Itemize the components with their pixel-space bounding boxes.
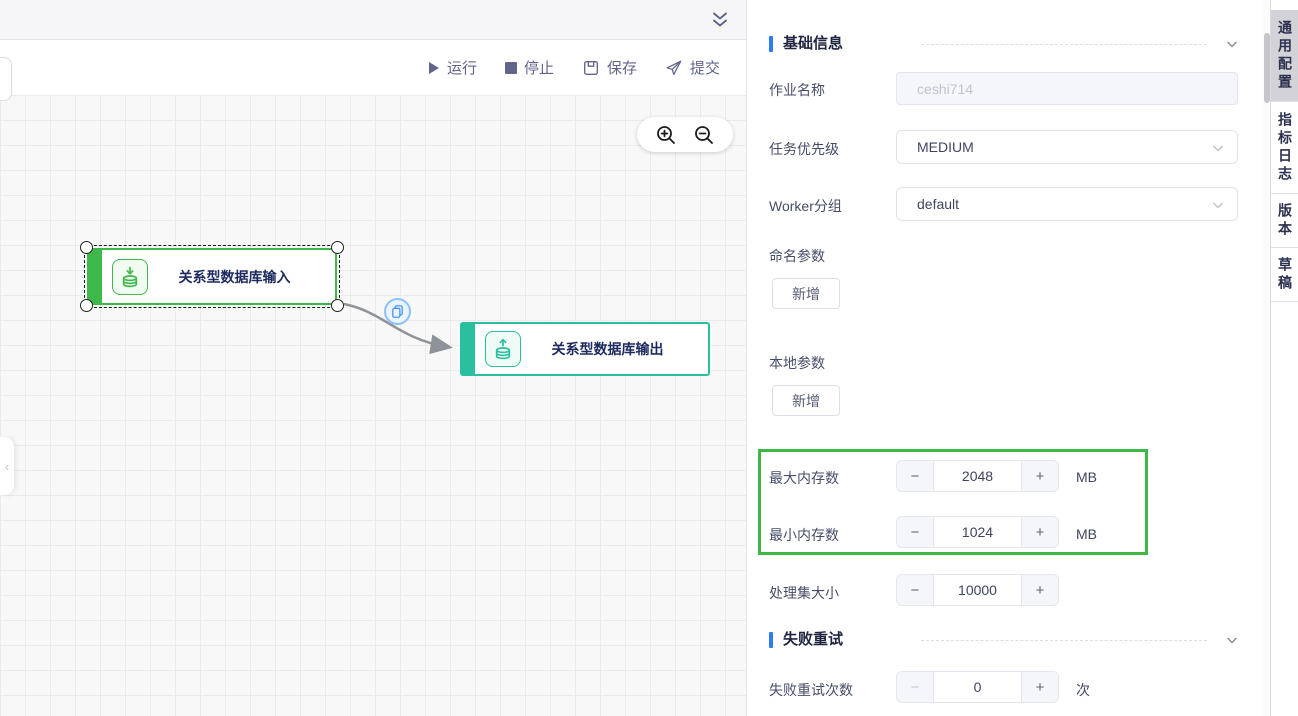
local-params-add-button[interactable]: 新增	[772, 385, 840, 416]
section-divider	[921, 44, 1207, 45]
save-button[interactable]: 保存	[582, 57, 637, 78]
node-accent-bar	[89, 250, 102, 303]
top-collapse-bar	[0, 0, 746, 40]
save-icon	[582, 59, 600, 77]
dag-canvas[interactable]: 关系型数据库输入 关系型数据库输出 ‹	[0, 95, 746, 716]
zoom-out-icon[interactable]	[693, 124, 715, 146]
plus-button[interactable]: +	[1021, 517, 1058, 547]
sidebar-collapse-handle[interactable]: ‹	[0, 437, 14, 495]
minus-button[interactable]: −	[897, 575, 934, 605]
max-memory-label: 最大内存数	[769, 470, 839, 486]
section-basic-info: 基础信息	[747, 34, 1265, 54]
double-chevron-down-icon[interactable]	[710, 10, 730, 30]
selection-handle[interactable]	[331, 299, 344, 312]
local-params-label: 本地参数	[769, 355, 825, 371]
paper-plane-icon	[665, 59, 683, 77]
priority-select[interactable]: MEDIUM	[896, 130, 1238, 164]
max-memory-unit: MB	[1076, 469, 1097, 485]
worker-group-select[interactable]: default	[896, 187, 1238, 221]
submit-button[interactable]: 提交	[665, 57, 720, 78]
play-icon	[427, 61, 440, 75]
stop-button[interactable]: 停止	[504, 57, 554, 78]
node-label: 关系型数据库输出	[551, 341, 664, 357]
named-params-add-button[interactable]: 新增	[772, 278, 840, 309]
min-memory-label: 最小内存数	[769, 527, 839, 543]
config-panel: 基础信息 作业名称 任务优先级 MEDIUM Worker分组 default …	[746, 0, 1264, 716]
plus-button[interactable]: +	[1021, 575, 1058, 605]
selection-handle[interactable]	[80, 241, 93, 254]
node-accent-bar	[462, 324, 475, 374]
chevron-down-icon	[1211, 141, 1225, 155]
section-accent-bar	[769, 632, 773, 648]
chevron-down-icon	[1211, 198, 1225, 212]
scrollbar-thumb[interactable]	[1263, 33, 1270, 103]
retry-count-input[interactable]	[934, 672, 1021, 702]
worker-group-value: default	[917, 196, 960, 212]
panel-scrollbar[interactable]	[1263, 0, 1270, 716]
plus-button[interactable]: +	[1021, 461, 1058, 491]
tab-metric-log[interactable]: 指标日志	[1271, 102, 1298, 194]
edge-connector	[343, 302, 453, 355]
minus-button[interactable]: −	[897, 461, 934, 491]
save-label: 保存	[606, 60, 637, 77]
node-db-input[interactable]: 关系型数据库输入	[80, 241, 344, 312]
batch-size-stepper: − +	[896, 574, 1059, 606]
canvas-zoom-controls	[637, 117, 733, 152]
batch-size-input[interactable]	[934, 575, 1021, 605]
max-memory-input[interactable]	[934, 461, 1021, 491]
selection-handle[interactable]	[80, 299, 93, 312]
job-name-input[interactable]	[896, 72, 1238, 105]
clipped-panel-fragment	[0, 57, 12, 101]
section-accent-bar	[769, 36, 773, 52]
workflow-editor: 运行 停止 保存 提交 关系型数据库输入 关系型数据库输出 ‹ 基础信息 作业名…	[0, 0, 1298, 716]
chevron-left-icon: ‹	[4, 458, 10, 474]
run-button[interactable]: 运行	[427, 57, 477, 78]
plus-button[interactable]: +	[1021, 672, 1058, 702]
selection-handle[interactable]	[331, 241, 344, 254]
min-memory-input[interactable]	[934, 517, 1021, 547]
submit-label: 提交	[689, 60, 720, 77]
run-label: 运行	[446, 60, 477, 77]
named-params-label: 命名参数	[769, 248, 825, 264]
retry-count-label: 失败重试次数	[769, 682, 853, 698]
right-tab-strip: 通用配置 指标日志 版本 草稿	[1270, 0, 1298, 716]
chevron-down-icon[interactable]	[1225, 37, 1239, 51]
chevron-down-icon[interactable]	[1225, 633, 1239, 647]
retry-count-unit: 次	[1076, 682, 1090, 698]
action-toolbar: 运行 停止 保存 提交	[0, 40, 746, 95]
section-divider	[921, 640, 1207, 641]
copy-icon	[392, 305, 403, 318]
section-retry: 失败重试	[747, 630, 1265, 650]
node-label: 关系型数据库输入	[178, 268, 291, 285]
database-input-icon	[112, 258, 148, 295]
job-name-label: 作业名称	[769, 82, 825, 98]
tab-version[interactable]: 版本	[1271, 194, 1298, 248]
stop-icon	[504, 61, 517, 74]
zoom-in-icon[interactable]	[655, 124, 677, 146]
retry-count-stepper: − +	[896, 671, 1059, 703]
section-title: 失败重试	[783, 631, 844, 648]
tab-draft[interactable]: 草稿	[1271, 248, 1298, 302]
min-memory-unit: MB	[1076, 526, 1097, 542]
worker-group-label: Worker分组	[769, 198, 842, 214]
priority-label: 任务优先级	[769, 141, 839, 157]
min-memory-stepper: − +	[896, 516, 1059, 548]
max-memory-stepper: − +	[896, 460, 1059, 492]
node-db-output[interactable]: 关系型数据库输出	[460, 322, 710, 376]
database-output-icon	[485, 331, 521, 367]
tab-general-config[interactable]: 通用配置	[1271, 10, 1298, 102]
edge-copy-badge[interactable]	[384, 298, 411, 325]
batch-size-label: 处理集大小	[769, 585, 839, 601]
section-title: 基础信息	[783, 35, 844, 52]
work-area: 运行 停止 保存 提交 关系型数据库输入 关系型数据库输出 ‹	[0, 0, 746, 716]
stop-label: 停止	[523, 60, 554, 77]
minus-button[interactable]: −	[897, 672, 934, 702]
priority-value: MEDIUM	[917, 139, 974, 155]
minus-button[interactable]: −	[897, 517, 934, 547]
